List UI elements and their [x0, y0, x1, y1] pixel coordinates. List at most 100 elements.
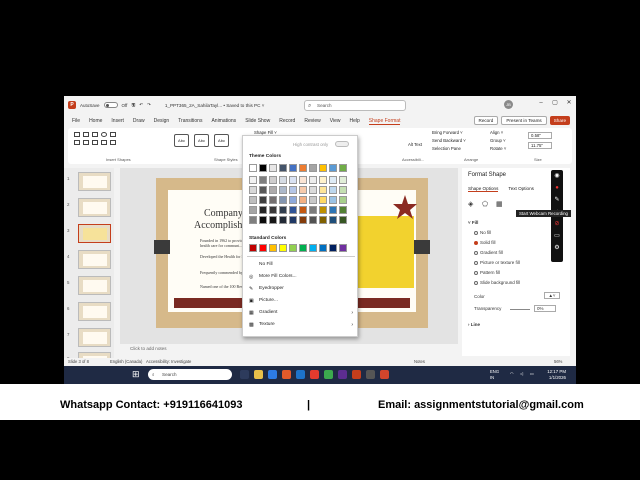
shape-rectangle-icon[interactable]: [74, 132, 80, 137]
theme-color-shade-swatch[interactable]: [289, 186, 297, 194]
theme-color-shade-swatch[interactable]: [259, 206, 267, 214]
tab-draw[interactable]: Draw: [133, 118, 145, 124]
save-icon[interactable]: 🖫: [131, 101, 135, 109]
theme-color-shade-swatch[interactable]: [249, 216, 257, 224]
fill-option-pattern[interactable]: Pattern fill: [474, 270, 500, 275]
minimize-icon[interactable]: –: [534, 96, 548, 110]
theme-color-shade-swatch[interactable]: [309, 176, 317, 184]
outlook-icon[interactable]: [296, 370, 305, 379]
language-status[interactable]: English (Canada): [110, 359, 142, 364]
theme-color-shade-swatch[interactable]: [279, 206, 287, 214]
height-input[interactable]: 0.58": [528, 132, 552, 139]
fill-menu-item[interactable]: ▣ Picture...: [247, 296, 355, 306]
standard-color-swatch[interactable]: [279, 244, 287, 252]
fill-section-header[interactable]: ˅ Fill: [468, 220, 478, 225]
avatar[interactable]: JB: [504, 100, 513, 109]
color-picker-button[interactable]: ▲˅: [544, 292, 560, 299]
theme-color-shade-swatch[interactable]: [299, 186, 307, 194]
theme-color-shade-swatch[interactable]: [289, 206, 297, 214]
theme-color-shade-swatch[interactable]: [279, 176, 287, 184]
theme-color-shade-swatch[interactable]: [329, 186, 337, 194]
fill-menu-item[interactable]: ✎ Eyedropper: [247, 284, 355, 294]
tab-insert[interactable]: Insert: [111, 118, 124, 124]
standard-color-swatch[interactable]: [319, 244, 327, 252]
theme-color-shade-swatch[interactable]: [319, 176, 327, 184]
shape-more-icon[interactable]: [110, 140, 116, 145]
slide-thumbnail[interactable]: [78, 276, 111, 295]
star-shape-icon[interactable]: [392, 194, 418, 220]
theme-color-shade-swatch[interactable]: [289, 196, 297, 204]
fill-menu-item[interactable]: ▩ Texture ›: [247, 320, 355, 330]
theme-color-shade-swatch[interactable]: [339, 216, 347, 224]
theme-color-swatch[interactable]: [309, 164, 317, 172]
theme-color-shade-swatch[interactable]: [269, 196, 277, 204]
maximize-icon[interactable]: ▢: [548, 96, 562, 110]
theme-color-shade-swatch[interactable]: [339, 186, 347, 194]
theme-color-shade-swatch[interactable]: [269, 206, 277, 214]
theme-color-shade-swatch[interactable]: [249, 186, 257, 194]
theme-color-shade-swatch[interactable]: [319, 206, 327, 214]
battery-icon[interactable]: ▭: [530, 371, 534, 376]
youtube-icon[interactable]: [310, 370, 319, 379]
theme-color-shade-swatch[interactable]: [249, 206, 257, 214]
standard-color-swatch[interactable]: [329, 244, 337, 252]
powerpoint-taskbar-icon[interactable]: [380, 370, 389, 379]
volume-icon[interactable]: ◁: [520, 371, 523, 376]
shape-line-icon[interactable]: [83, 132, 89, 137]
line-section-header[interactable]: › Line: [468, 322, 480, 327]
slide-title[interactable]: Company: [204, 208, 243, 219]
theme-color-shade-swatch[interactable]: [249, 176, 257, 184]
taskbar-search[interactable]: ⌕ Search: [148, 369, 232, 380]
slide-thumbnail[interactable]: [78, 302, 111, 321]
fill-option-slide-bg[interactable]: Slide background fill: [474, 280, 520, 285]
slide-thumbnail[interactable]: [78, 250, 111, 269]
theme-color-swatch[interactable]: [319, 164, 327, 172]
bring-forward-button[interactable]: Bring Forward ˅: [432, 130, 463, 135]
rotate-button[interactable]: Rotate ˅: [490, 146, 506, 151]
undo-icon[interactable]: ↶: [139, 102, 143, 108]
notes-button[interactable]: Notes: [414, 359, 425, 364]
fill-option-solid-fill[interactable]: Solid fill: [474, 240, 496, 245]
theme-color-shade-swatch[interactable]: [259, 196, 267, 204]
tab-home[interactable]: Home: [89, 118, 102, 124]
theme-color-swatch[interactable]: [289, 164, 297, 172]
theme-color-swatch[interactable]: [279, 164, 287, 172]
windows-start-icon[interactable]: ⊞: [132, 369, 140, 380]
stop-icon[interactable]: ⊘: [553, 220, 561, 228]
standard-color-swatch[interactable]: [249, 244, 257, 252]
theme-color-shade-swatch[interactable]: [299, 196, 307, 204]
theme-color-swatch[interactable]: [259, 164, 267, 172]
theme-color-shade-swatch[interactable]: [309, 206, 317, 214]
redo-icon[interactable]: ↷: [147, 102, 151, 108]
tab-shape-format[interactable]: Shape Format: [368, 118, 401, 125]
theme-color-shade-swatch[interactable]: [269, 216, 277, 224]
input-language[interactable]: ENG IN: [490, 369, 499, 380]
edge-icon[interactable]: [268, 370, 277, 379]
settings-icon[interactable]: ⚙: [553, 244, 561, 252]
shape-star-icon[interactable]: [101, 140, 107, 145]
fill-line-icon[interactable]: ◈: [468, 200, 473, 208]
standard-color-swatch[interactable]: [289, 244, 297, 252]
autosave-toggle[interactable]: [103, 102, 118, 108]
search-input[interactable]: ⌕ Search: [304, 100, 406, 111]
shape-style-3[interactable]: Abc: [214, 134, 229, 147]
task-view-icon[interactable]: [240, 370, 249, 379]
webcam-icon[interactable]: ▭: [553, 232, 561, 240]
theme-color-shade-swatch[interactable]: [259, 186, 267, 194]
teams-icon[interactable]: [338, 370, 347, 379]
theme-color-shade-swatch[interactable]: [319, 196, 327, 204]
shape-chevron-icon[interactable]: [83, 140, 89, 145]
record-icon[interactable]: ●: [553, 184, 561, 192]
theme-color-shade-swatch[interactable]: [329, 206, 337, 214]
tab-record[interactable]: Record: [279, 118, 295, 124]
transparency-slider[interactable]: [510, 309, 530, 310]
theme-color-shade-swatch[interactable]: [299, 206, 307, 214]
fill-menu-item[interactable]: No Fill: [247, 260, 355, 270]
shape-oval-icon[interactable]: [101, 132, 107, 137]
theme-color-shade-swatch[interactable]: [319, 216, 327, 224]
camera-icon[interactable]: ◉: [553, 172, 561, 180]
fill-option-no-fill[interactable]: No fill: [474, 230, 491, 235]
fill-option-gradient[interactable]: Gradient fill: [474, 250, 503, 255]
theme-color-shade-swatch[interactable]: [339, 176, 347, 184]
slide-thumbnail[interactable]: [78, 172, 111, 191]
